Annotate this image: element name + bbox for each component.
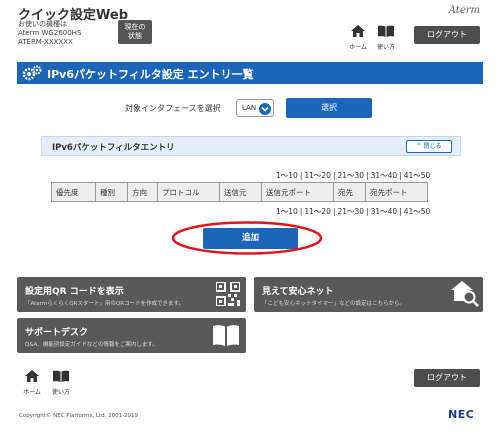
device-info: お使いの機種は Aterm WG2600HS ATERM-XXXXXX	[18, 20, 81, 47]
page-link-11-20[interactable]: 11～20	[304, 171, 331, 180]
home-icon	[25, 370, 39, 382]
pager-top: 1～10 | 11～20 | 21～30 | 31～40 | 41～50	[276, 171, 431, 180]
header: クイック設定Web お使いの機種は Aterm WG2600HS ATERM-X…	[0, 0, 500, 56]
manual-label: 使い方	[376, 44, 395, 51]
page-link-41-50[interactable]: 41～50	[404, 207, 431, 216]
device-name: ATERM-XXXXXX	[18, 38, 73, 46]
page-title-bar: IPv6パケットフィルタ設定 エントリ一覧	[17, 62, 483, 84]
chevron-down-icon	[259, 103, 271, 115]
book-icon	[213, 325, 239, 346]
logout-button[interactable]: ログアウト	[414, 26, 480, 44]
page-link-21-30[interactable]: 21～30	[337, 207, 364, 216]
safe-net-tile-desc: 「こども安心ネットタイマー」などの設定はこちらから。	[262, 301, 406, 307]
home-link[interactable]: ホーム	[345, 22, 371, 51]
qr-tile-title: 設定用QR コードを表示	[25, 287, 124, 297]
collapse-label: 閉じる	[423, 143, 442, 150]
col-destination: 宛先	[333, 182, 366, 202]
current-status-button[interactable]: 現在の 状態	[118, 20, 152, 44]
book-icon	[378, 25, 394, 37]
gear-icon	[22, 65, 42, 81]
page-link-21-30[interactable]: 21～30	[337, 171, 364, 180]
collapse-button[interactable]: ^ 閉じる	[406, 140, 452, 153]
add-button[interactable]: 追加	[203, 228, 298, 249]
page-link-1-10[interactable]: 1～10	[276, 207, 298, 216]
qr-code-tile[interactable]: 設定用QR コードを表示 「AtermらくらくQRスタート」用のQRコードを作成…	[17, 277, 246, 312]
aterm-logo: Aterm	[448, 5, 480, 16]
device-model: Aterm WG2600HS	[18, 29, 82, 37]
nec-logo: NEC	[448, 408, 475, 421]
footer-home-label: ホーム	[23, 389, 41, 396]
page-link-41-50[interactable]: 41～50	[404, 171, 431, 180]
footer-manual-label: 使い方	[51, 389, 70, 396]
col-priority: 優先度	[51, 182, 96, 202]
interface-select[interactable]: LAN	[236, 99, 274, 117]
safe-net-tile-title: 見えて安心ネット	[262, 287, 334, 297]
page-link-31-40[interactable]: 31～40	[371, 207, 398, 216]
support-tile-title: サポートデスク	[25, 328, 89, 338]
pager-bottom: 1～10 | 11～20 | 21～30 | 31～40 | 41～50	[276, 207, 431, 216]
col-source: 送信元	[219, 182, 262, 202]
page-link-1-10[interactable]: 1～10	[276, 171, 298, 180]
col-protocol: プロトコル	[157, 182, 220, 202]
safe-net-tile[interactable]: 見えて安心ネット 「こども安心ネットタイマー」などの設定はこちらから。	[254, 277, 483, 312]
interface-value: LAN	[242, 104, 257, 112]
col-source-port: 送信元ポート	[261, 182, 334, 202]
footer-logout-button[interactable]: ログアウト	[414, 369, 480, 387]
col-destination-port: 宛先ポート	[365, 182, 428, 202]
status-line2: 状態	[128, 32, 142, 40]
table-header-row: 優先度 種別 方向 プロトコル 送信元 送信元ポート 宛先 宛先ポート	[51, 182, 428, 202]
page-link-31-40[interactable]: 31～40	[371, 171, 398, 180]
book-icon	[53, 370, 69, 382]
qr-tile-desc: 「AtermらくらくQRスタート」用のQRコードを作成できます。	[25, 301, 184, 307]
footer-manual-link[interactable]: 使い方	[48, 367, 74, 396]
qr-code-icon	[216, 282, 240, 306]
col-type: 種別	[95, 182, 128, 202]
footer-home-link[interactable]: ホーム	[19, 367, 45, 396]
manual-link[interactable]: 使い方	[373, 22, 399, 51]
entry-table: 優先度 種別 方向 プロトコル 送信元 送信元ポート 宛先 宛先ポート	[51, 182, 428, 202]
home-icon	[351, 25, 365, 37]
select-button[interactable]: 選択	[286, 98, 372, 118]
home-label: ホーム	[349, 44, 367, 51]
support-desk-tile[interactable]: サポートデスク Q&A、機能別設定ガイドなどの情報をご案内します。	[17, 318, 246, 353]
chevron-up-icon: ^	[416, 143, 422, 150]
section-title: IPv6パケットフィルタエントリ	[52, 143, 175, 153]
section-header: IPv6パケットフィルタエントリ ^ 閉じる	[41, 136, 461, 156]
support-tile-desc: Q&A、機能別設定ガイドなどの情報をご案内します。	[25, 342, 158, 348]
page-title: IPv6パケットフィルタ設定 エントリ一覧	[47, 68, 254, 81]
col-direction: 方向	[127, 182, 158, 202]
status-line1: 現在の	[124, 23, 146, 31]
copyright: Copyright© NEC Platforms, Ltd. 2001-2019	[19, 413, 139, 419]
device-label: お使いの機種は	[18, 20, 67, 28]
page-link-11-20[interactable]: 11～20	[304, 207, 331, 216]
home-search-icon	[451, 281, 479, 307]
interface-label: 対象インタフェースを選択	[125, 104, 221, 113]
